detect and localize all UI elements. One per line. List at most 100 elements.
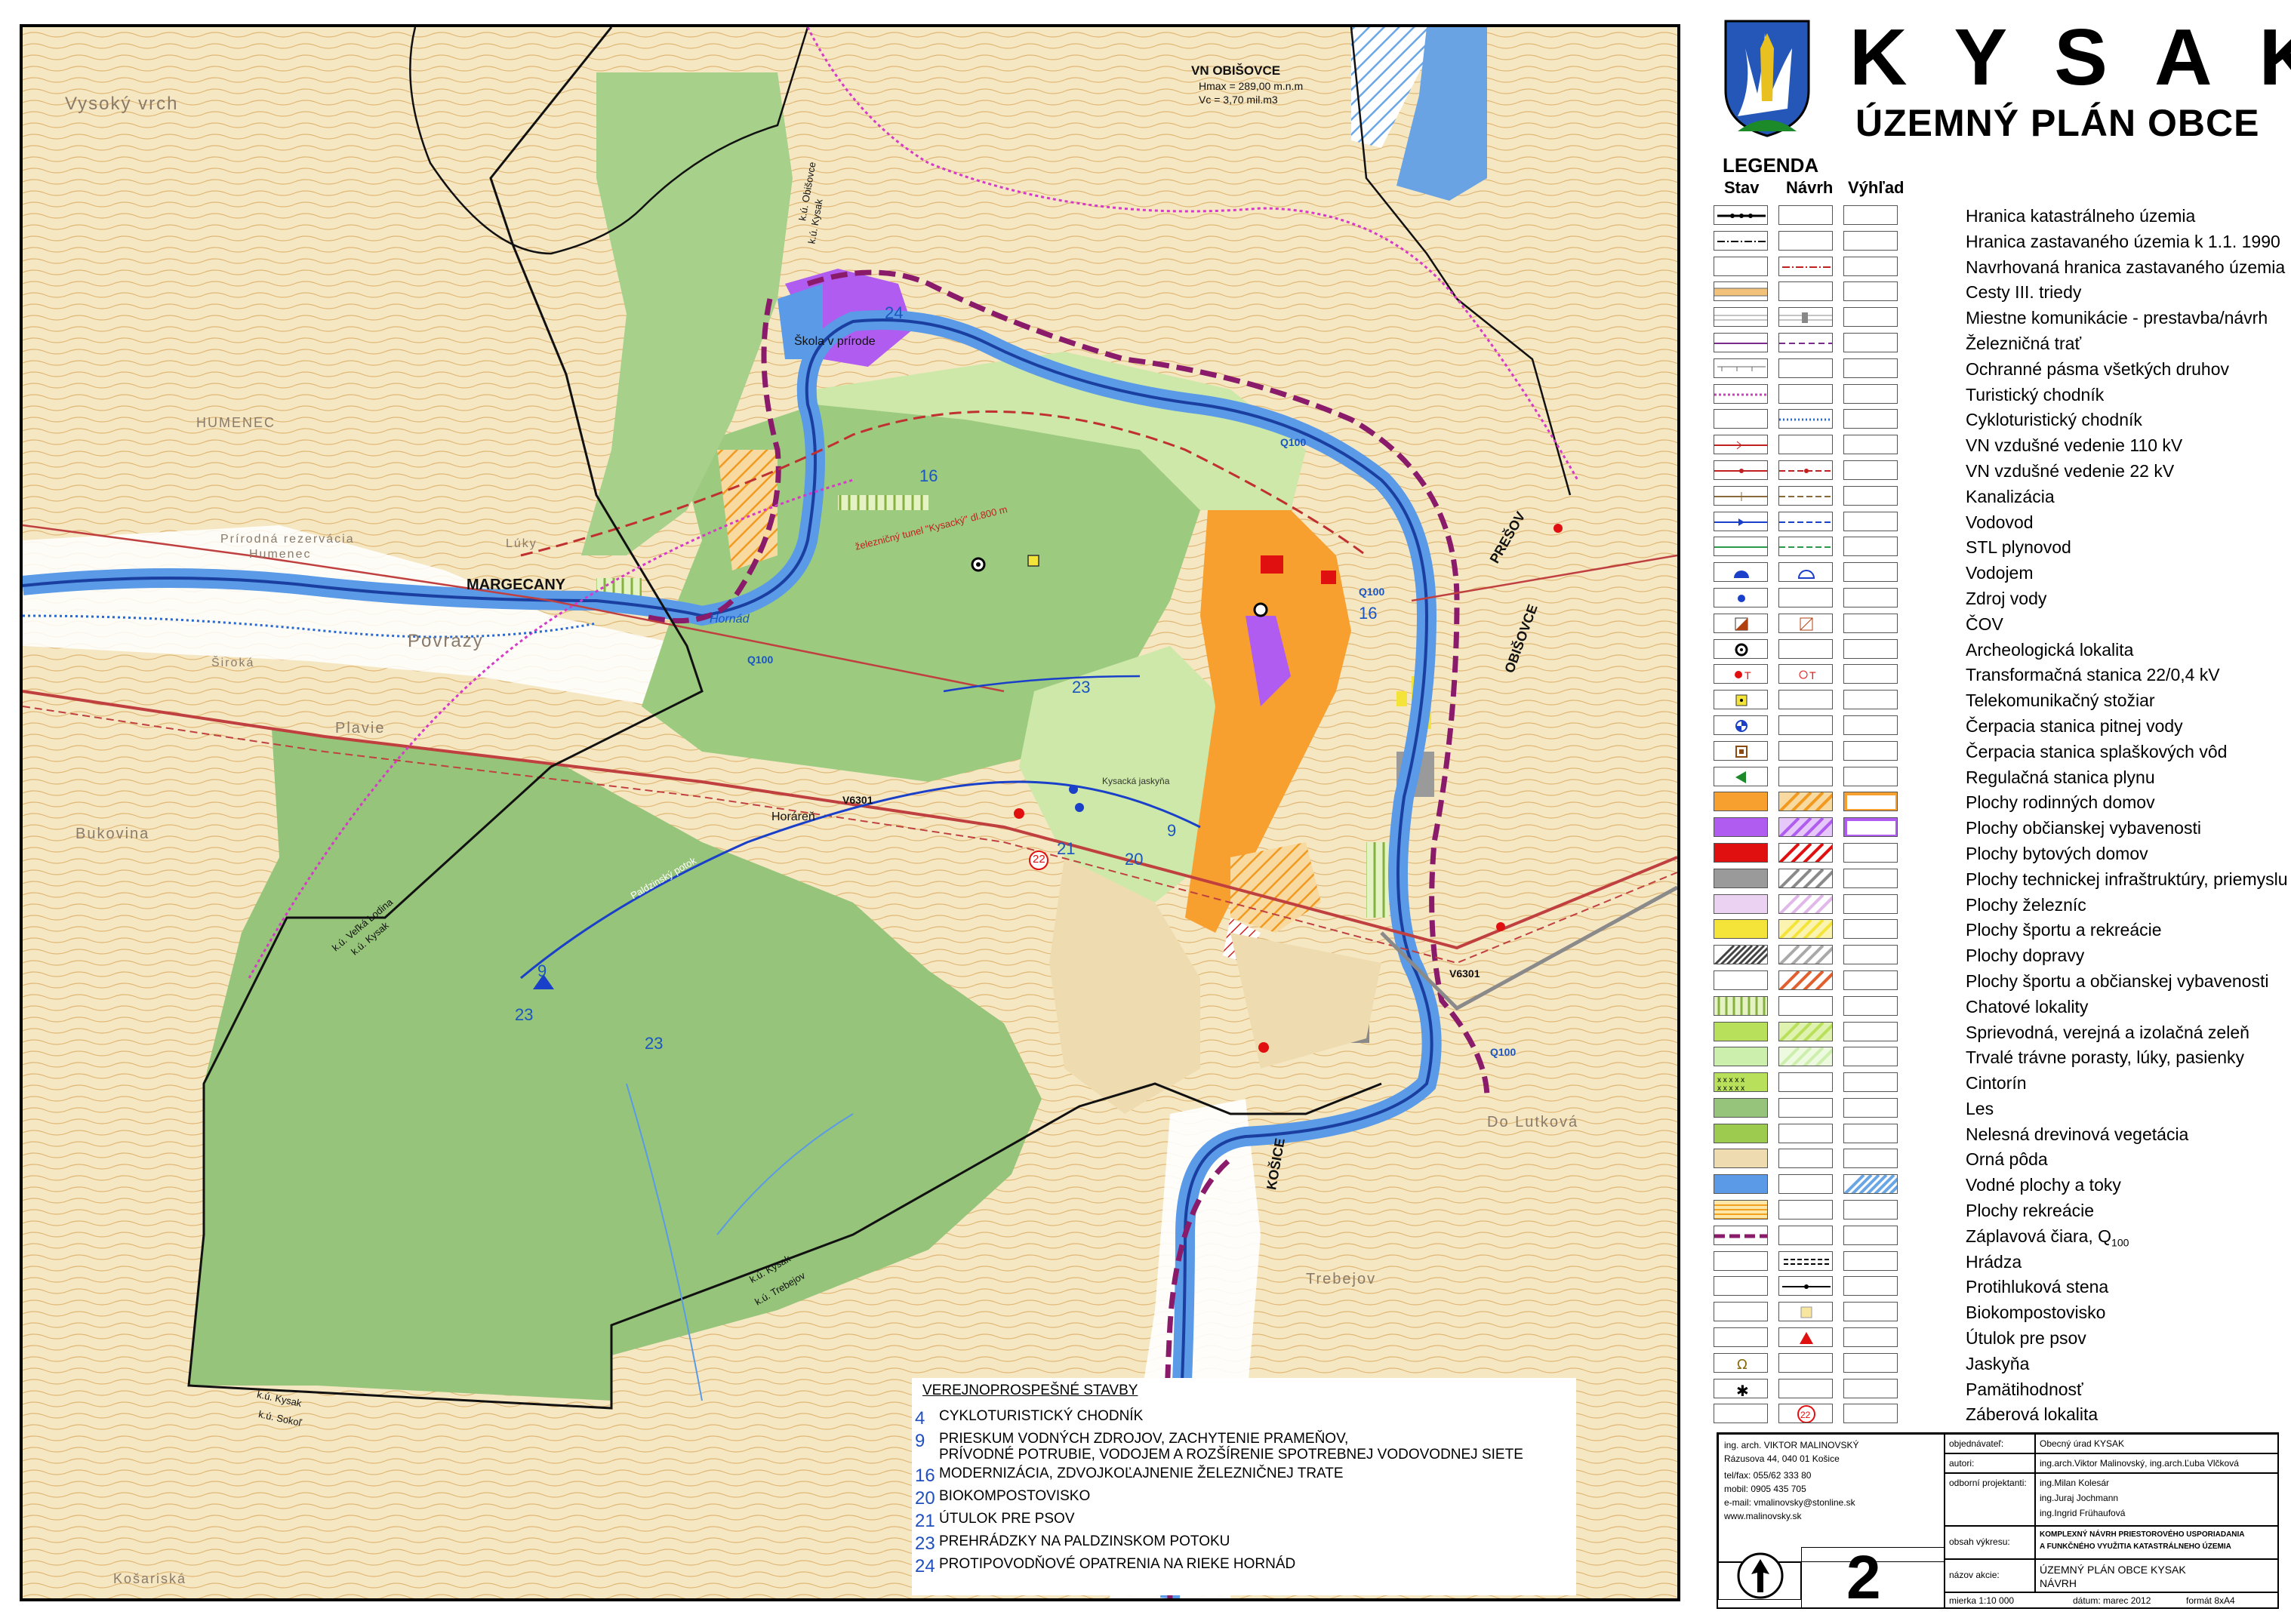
public-work-item: 23 PREHRÁDZKY NA PALDZINSKOM POTOKU (915, 1533, 1230, 1554)
gas-pipeline-proposed-icon (1778, 537, 1833, 557)
road-label-a: V6301 (842, 794, 873, 806)
gas-pipeline-icon (1714, 537, 1768, 557)
transformer-proposed-icon: T (1778, 664, 1833, 684)
flood-label-b: Q100 (747, 654, 774, 666)
flood-label-d: Q100 (1359, 586, 1385, 598)
sport-civic-area-proposed-icon (1778, 970, 1833, 990)
water-reservoir-future-icon (1843, 562, 1898, 583)
hiking-trail-future-icon (1843, 383, 1898, 404)
legend-label: Cintorín (1966, 1073, 2027, 1093)
public-greenery-future-icon (1843, 1021, 1898, 1041)
vps-marker-23a: 23 (1072, 678, 1091, 697)
legend-row: Biokompostovisko (1714, 1299, 2287, 1324)
hiking-trail-icon (1714, 383, 1768, 404)
legend-label: Pamätihodnosť (1966, 1379, 2083, 1399)
proposed-boundary-future-icon (1843, 256, 1898, 276)
client-label: objednávateľ: (1949, 1438, 2004, 1449)
legend-row: Orná pôda (1714, 1146, 2287, 1171)
archaeological-site-future-icon (1843, 638, 1898, 659)
legend-col-navrh: Návrh (1786, 178, 1834, 197)
legend-row: Telekomunikačný stožiar (1714, 687, 2287, 712)
recreation-area-future-icon (1843, 1200, 1898, 1220)
vps-marker-22: 22 (1033, 853, 1045, 866)
dog-shelter-proposed-icon (1778, 1327, 1833, 1348)
legend-label: Vodné plochy a toky (1966, 1175, 2121, 1195)
legend-label: Jaskyňa (1966, 1353, 2030, 1373)
land-take-proposed-icon: 22 (1778, 1404, 1833, 1424)
gas-regulator-proposed-icon (1778, 766, 1833, 786)
water-source-icon (1714, 587, 1768, 607)
flood-line-future-icon (1843, 1225, 1898, 1245)
civic-amenities-area-future-icon (1843, 817, 1898, 838)
place-kosariska: Košariská (113, 1571, 187, 1586)
legend-row: STL plynovod (1714, 534, 2287, 559)
noise-barrier-proposed-icon (1778, 1276, 1833, 1296)
road-class-3-future-icon (1843, 281, 1898, 302)
forest-proposed-icon (1778, 1097, 1833, 1118)
vps-marker-23c: 23 (645, 1034, 664, 1053)
noise-barrier-icon (1714, 1276, 1768, 1296)
vps-marker-21: 21 (1057, 839, 1076, 858)
dike-proposed-icon (1778, 1250, 1833, 1271)
dog-shelter-icon (1714, 1327, 1768, 1348)
cave-future-icon (1843, 1352, 1898, 1373)
railway-proposed-icon (1778, 332, 1833, 352)
legend-row: Plochy rekreácie (1714, 1197, 2287, 1223)
cottage-area-proposed-icon (1778, 995, 1833, 1016)
transformer-future-icon (1843, 664, 1898, 684)
title-block: ing. arch. VIKTOR MALINOVSKÝ Rázusova 44… (1717, 1432, 2279, 1612)
transport-area-future-icon (1843, 945, 1898, 965)
water-bodies-proposed-icon (1778, 1174, 1833, 1195)
cadastral-boundary-proposed-icon (1778, 205, 1833, 225)
legend-label: Čerpacia stanica splaškových vôd (1966, 741, 2228, 761)
svg-text:x x x x x: x x x x x (1717, 1076, 1744, 1084)
designer-3: ing.Ingrid Frühaufová (2040, 1508, 2126, 1518)
designers-label: odborní projektanti: (1949, 1478, 2027, 1488)
flood-label-c: Q100 (1490, 1046, 1517, 1058)
legend-label: Záberová lokalita (1966, 1404, 2099, 1425)
built-up-boundary-proposed-icon (1778, 230, 1833, 251)
legend-label: Záplavová čiara, Q100 (1966, 1226, 2129, 1249)
power-line-110-future-icon (1843, 435, 1898, 455)
apartment-area-future-icon (1843, 842, 1898, 863)
legend-row: Záplavová čiara, Q100 (1714, 1223, 2287, 1248)
water-reservoir-icon (1714, 562, 1768, 583)
cadastral-boundary-icon (1714, 205, 1768, 225)
railway-area-icon (1714, 894, 1768, 914)
flood-line-proposed-icon (1778, 1225, 1833, 1245)
author-address: Rázusova 44, 040 01 Košice (1724, 1453, 1840, 1464)
flood-label-a: Q100 (1280, 436, 1307, 448)
sewer-icon (1714, 485, 1768, 506)
sewer-proposed-icon (1778, 485, 1833, 506)
telecom-mast-proposed-icon (1778, 690, 1833, 710)
legend-row: Útulok pre psov (1714, 1324, 2287, 1350)
legend-row: Plochy bytových domov (1714, 840, 2287, 866)
gas-pipeline-future-icon (1843, 537, 1898, 557)
legend-panel: KYSAK ÚZEMNÝ PLÁN OBCE LEGENDA Stav Návr… (1683, 8, 2291, 1616)
cemetery-future-icon (1843, 1072, 1898, 1093)
legend-label: Protihluková stena (1966, 1277, 2109, 1297)
content-line-1: KOMPLEXNÝ NÁVRH PRIESTOROVÉHO USPORIADAN… (2040, 1530, 2245, 1539)
author-name: ing. arch. VIKTOR MALINOVSKÝ (1724, 1440, 1859, 1450)
legend-row: Turistický chodník (1714, 381, 2287, 407)
legend-row: Zdroj vody (1714, 585, 2287, 611)
railway-icon (1714, 332, 1768, 352)
legend-label: Čerpacia stanica pitnej vody (1966, 715, 2183, 736)
legend-row: Hrádza (1714, 1248, 2287, 1274)
reservoir-hmax: Hmax = 289,00 m.n.m (1199, 80, 1304, 92)
railway-future-icon (1843, 332, 1898, 352)
local-road-future-icon (1843, 307, 1898, 328)
built-up-boundary-future-icon (1843, 230, 1898, 251)
apartment-area-icon (1714, 842, 1768, 863)
legend-row: Čerpacia stanica splaškových vôd (1714, 738, 2287, 764)
legend-label: Plochy občianskej vybavenosti (1966, 818, 2201, 838)
legend-label: Turistický chodník (1966, 384, 2105, 404)
legend-label: Les (1966, 1098, 1994, 1118)
water-main-icon (1714, 511, 1768, 531)
telecom-mast-icon (1714, 690, 1768, 710)
civic-amenities-area-proposed-icon (1778, 817, 1833, 838)
legend-label: Cykloturistický chodník (1966, 410, 2142, 430)
legend-label: Biokompostovisko (1966, 1303, 2106, 1323)
place-trebejov: Trebejov (1306, 1271, 1377, 1287)
legend-row: ✱ Pamätihodnosť (1714, 1376, 2287, 1401)
